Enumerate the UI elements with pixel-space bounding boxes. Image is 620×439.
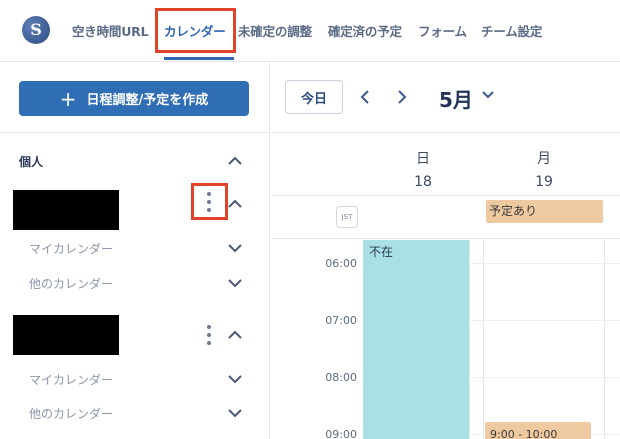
chevron-down-icon[interactable]: [480, 87, 496, 103]
time-label: 06:00: [325, 257, 357, 270]
calendar-item-other-calendars[interactable]: 他のカレンダー: [29, 405, 113, 422]
redacted-account-name: [13, 315, 119, 355]
chevron-down-icon[interactable]: [226, 370, 244, 388]
create-schedule-button[interactable]: + 日程調整/予定を作成: [19, 81, 249, 116]
tab-free-time-url[interactable]: 空き時間URL: [72, 21, 149, 40]
active-tab-indicator: [164, 57, 234, 60]
tab-confirmed-events[interactable]: 確定済の予定: [328, 21, 402, 40]
logo-letter: S: [30, 20, 42, 39]
day-number-18[interactable]: 18: [403, 174, 443, 190]
top-nav: S 空き時間URL カレンダー 未確定の調整 確定済の予定 フォーム チーム設定: [0, 0, 620, 62]
day-name-sun: 日: [416, 151, 430, 167]
sidebar: + 日程調整/予定を作成 個人 マイカレンダー 他のカレンダー マイカレンダー …: [0, 62, 270, 439]
all-day-event[interactable]: 予定あり: [486, 200, 603, 223]
time-label: 07:00: [325, 314, 357, 327]
event-9-10[interactable]: 9:00 - 10:00: [485, 422, 591, 439]
time-label: 08:00: [325, 371, 357, 384]
chevron-down-icon[interactable]: [226, 274, 244, 292]
grid-line: [483, 240, 484, 439]
grid-line: [469, 240, 470, 439]
calendar-item-my-calendar[interactable]: マイカレンダー: [29, 371, 113, 388]
absent-event-label: 不在: [369, 245, 394, 259]
tab-team-settings[interactable]: チーム設定: [481, 21, 542, 40]
chevron-up-icon[interactable]: [226, 326, 244, 344]
calendar-view: 今日 5月 日 18 月 19 JST 予定あり 06:00 07:00 08:…: [271, 62, 620, 439]
sidebar-divider: [0, 132, 270, 133]
month-selector[interactable]: 5月: [439, 84, 473, 113]
timezone-badge[interactable]: JST: [336, 206, 358, 228]
day-name-mon: 月: [537, 151, 551, 167]
calendar-header-divider: [271, 132, 620, 133]
chevron-up-icon[interactable]: [226, 195, 244, 213]
all-day-divider: [271, 238, 620, 239]
highlight-box-calendar-tab: [155, 8, 236, 53]
next-arrow-icon[interactable]: [394, 88, 410, 106]
today-button[interactable]: 今日: [285, 80, 343, 114]
highlight-box-more-options: [191, 183, 228, 220]
app-logo[interactable]: S: [22, 16, 50, 44]
more-options-icon[interactable]: [204, 322, 214, 348]
section-title-personal: 個人: [19, 155, 44, 169]
plus-icon: +: [59, 86, 77, 111]
tab-pending-adjustments[interactable]: 未確定の調整: [238, 21, 312, 40]
grid-line: [604, 240, 605, 439]
calendar-item-other-calendars[interactable]: 他のカレンダー: [29, 275, 113, 292]
create-button-label: 日程調整/予定を作成: [86, 93, 209, 108]
chevron-up-icon[interactable]: [226, 152, 244, 170]
redacted-account-name: [13, 190, 119, 230]
time-label: 09:00: [325, 428, 357, 439]
day-header-divider: [271, 195, 620, 196]
chevron-down-icon[interactable]: [226, 404, 244, 422]
chevron-down-icon[interactable]: [226, 239, 244, 257]
absent-event[interactable]: 不在: [363, 240, 469, 439]
calendar-item-my-calendar[interactable]: マイカレンダー: [29, 240, 113, 257]
tab-forms[interactable]: フォーム: [418, 21, 467, 40]
prev-arrow-icon[interactable]: [357, 88, 373, 106]
day-number-19[interactable]: 19: [524, 174, 564, 190]
